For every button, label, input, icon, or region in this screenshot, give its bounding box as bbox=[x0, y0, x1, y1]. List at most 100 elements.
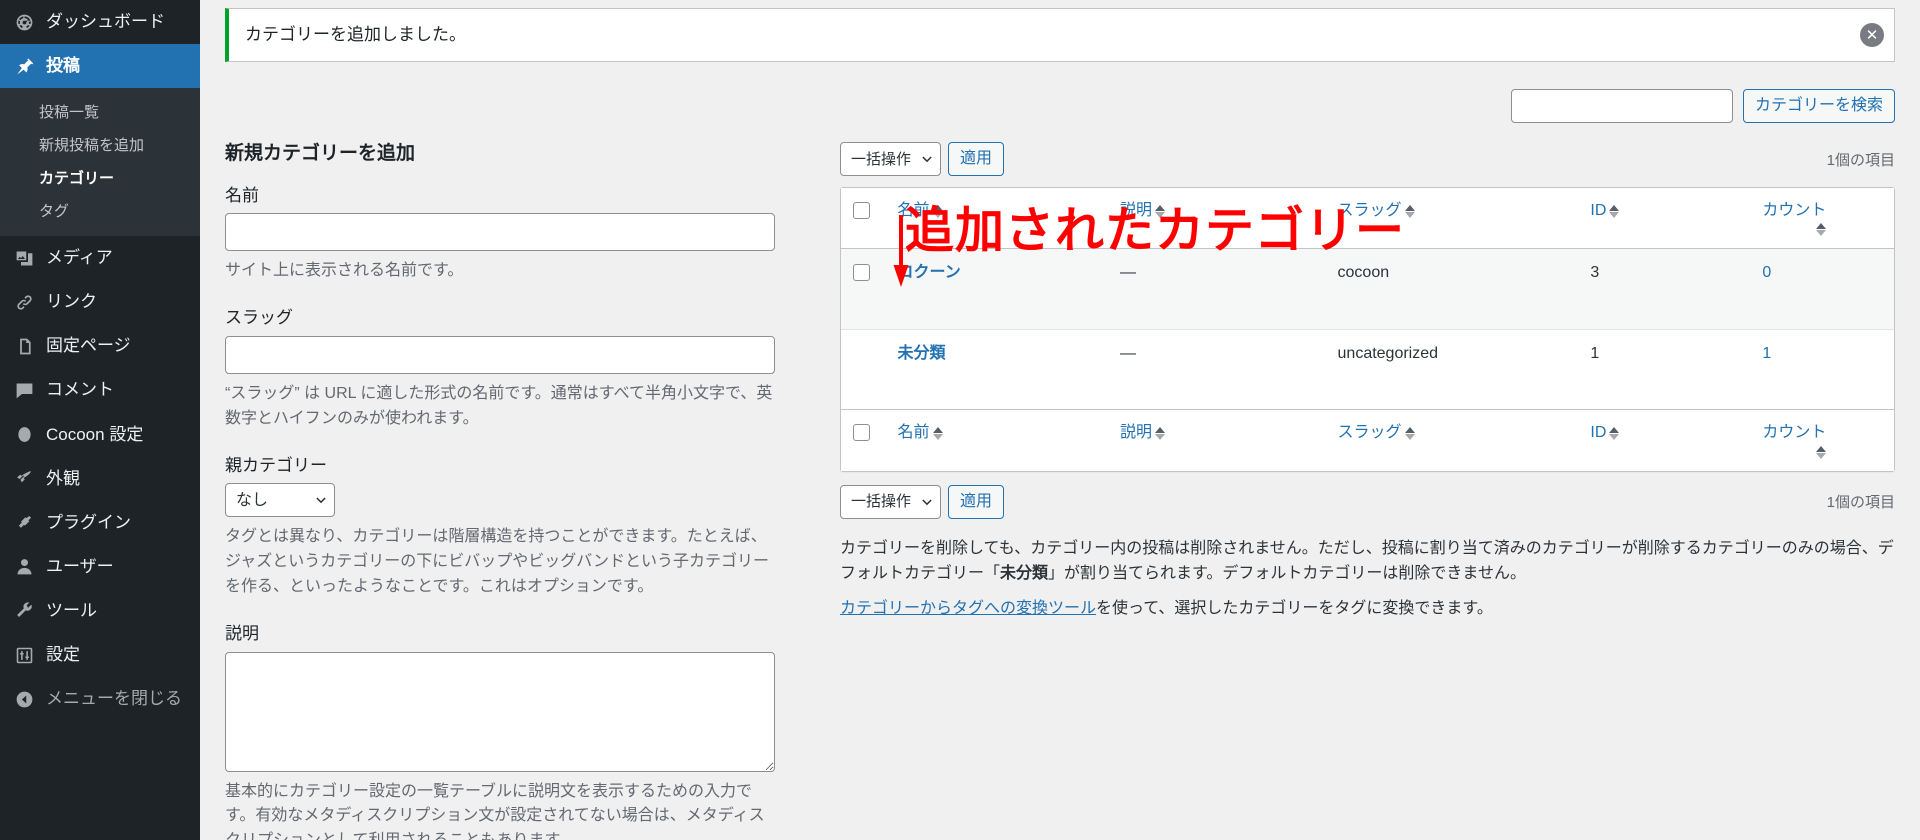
slug-input[interactable] bbox=[225, 335, 775, 374]
sort-count-link-bottom[interactable]: カウント bbox=[1762, 422, 1827, 459]
sidebar-item-settings[interactable]: 設定 bbox=[0, 633, 200, 677]
sidebar-item-posts[interactable]: 投稿 bbox=[0, 44, 208, 89]
sort-name-link-bottom[interactable]: 名前 bbox=[898, 422, 943, 444]
sidebar-item-dashboard[interactable]: ダッシュボード bbox=[0, 0, 200, 45]
sidebar-item-plugins[interactable]: プラグイン bbox=[0, 501, 200, 545]
row-description-cell: — bbox=[1110, 249, 1328, 330]
name-input[interactable] bbox=[225, 213, 775, 252]
category-count-link[interactable]: 1 bbox=[1762, 345, 1771, 362]
category-count-link[interactable]: 0 bbox=[1762, 264, 1771, 281]
category-name-link[interactable]: コクーン bbox=[898, 264, 961, 281]
tablenav-bottom: 一括操作 削除 適用 1個の項目 bbox=[840, 484, 1895, 520]
row-name-cell: コクーン bbox=[887, 249, 1111, 330]
sidebar-item-tools[interactable]: ツール bbox=[0, 589, 200, 633]
description-label: 説明 bbox=[225, 623, 259, 643]
sidebar-item-cocoon-settings[interactable]: Cocoon 設定 bbox=[0, 413, 200, 457]
category-name-link[interactable]: 未分類 bbox=[898, 345, 946, 362]
add-category-form: 新規カテゴリーを追加 名前 サイト上に表示される名前です。 スラッグ “スラッグ… bbox=[225, 141, 820, 840]
header-label: ID bbox=[1590, 202, 1607, 219]
select-all-checkbox-bottom[interactable] bbox=[853, 424, 870, 442]
settings-icon bbox=[13, 644, 35, 666]
footer-label: 名前 bbox=[897, 424, 930, 442]
comment-icon bbox=[13, 380, 35, 402]
category-to-tag-converter-link[interactable]: カテゴリーからタグへの変換ツール bbox=[840, 600, 1096, 617]
search-input[interactable] bbox=[1510, 89, 1733, 123]
columns-container: 新規カテゴリーを追加 名前 サイト上に表示される名前です。 スラッグ “スラッグ… bbox=[225, 141, 1895, 840]
sidebar-item-label: 固定ページ bbox=[46, 336, 131, 356]
sort-id-link-bottom[interactable]: ID bbox=[1590, 422, 1620, 444]
select-all-footer bbox=[841, 409, 888, 471]
sort-slug-link[interactable]: スラッグ bbox=[1338, 200, 1415, 222]
sidebar-item-links[interactable]: リンク bbox=[0, 280, 200, 324]
admin-content: カテゴリーを追加しました。 ✕ カテゴリーを検索 新規カテゴリーを追加 名前 サ… bbox=[200, 0, 1920, 840]
sidebar-item-users[interactable]: ユーザー bbox=[0, 545, 200, 589]
row-count-cell: 0 bbox=[1752, 249, 1894, 330]
header-label: 説明 bbox=[1120, 202, 1153, 219]
collapse-icon bbox=[13, 688, 35, 710]
header-count: カウント bbox=[1752, 188, 1894, 250]
sort-id-link[interactable]: ID bbox=[1590, 200, 1620, 222]
table-row: 未分類 — uncategorized 1 1 bbox=[841, 329, 1894, 409]
apply-button-bottom[interactable]: 適用 bbox=[948, 484, 1005, 519]
submenu-item-categories[interactable]: カテゴリー bbox=[0, 161, 200, 194]
delete-help-paragraph: カテゴリーを削除しても、カテゴリー内の投稿は削除されません。ただし、投稿に割り当… bbox=[840, 536, 1895, 587]
sidebar-item-label: メニューを閉じる bbox=[46, 689, 182, 709]
row-checkbox-cell bbox=[841, 329, 888, 409]
sidebar-item-appearance[interactable]: 外観 bbox=[0, 457, 200, 501]
header-slug: スラッグ bbox=[1327, 188, 1581, 250]
bulk-action-select-top[interactable]: 一括操作 削除 bbox=[840, 142, 941, 176]
row-count-cell: 1 bbox=[1752, 329, 1894, 409]
row-checkbox[interactable] bbox=[853, 264, 870, 282]
description-textarea[interactable] bbox=[225, 651, 775, 772]
sidebar-item-media[interactable]: メディア bbox=[0, 236, 200, 280]
sort-indicator-icon bbox=[1404, 204, 1415, 218]
sort-indicator-icon bbox=[1609, 204, 1620, 218]
row-description-cell: — bbox=[1110, 329, 1328, 409]
bulk-action-select-bottom[interactable]: 一括操作 削除 bbox=[840, 484, 941, 519]
select-all-checkbox-top[interactable] bbox=[853, 202, 870, 219]
plugin-icon bbox=[13, 512, 35, 534]
sidebar-item-label: 外観 bbox=[46, 468, 80, 488]
header-name: 名前 bbox=[887, 188, 1111, 250]
sidebar-item-label: リンク bbox=[46, 292, 97, 312]
sort-indicator-icon bbox=[1816, 223, 1827, 237]
search-categories-button[interactable]: カテゴリーを検索 bbox=[1742, 89, 1895, 123]
sidebar-item-pages[interactable]: 固定ページ bbox=[0, 324, 200, 368]
sidebar-item-comments[interactable]: コメント bbox=[0, 368, 200, 412]
parent-category-label: 親カテゴリー bbox=[225, 455, 327, 475]
slug-help: “スラッグ” は URL に適した形式の名前です。通常はすべて半角小文字で、英数… bbox=[225, 384, 773, 427]
admin-sidebar: ダッシュボード 投稿 投稿一覧 新規投稿を追加 カテゴリー タグ メディア リン… bbox=[0, 0, 208, 840]
table-help-text: カテゴリーを削除しても、カテゴリー内の投稿は削除されません。ただし、投稿に割り当… bbox=[840, 536, 1895, 622]
header-label: カウント bbox=[1762, 202, 1827, 219]
pages-icon bbox=[13, 335, 35, 357]
sort-name-link[interactable]: 名前 bbox=[898, 200, 943, 222]
header-id: ID bbox=[1580, 188, 1753, 250]
sidebar-item-label: コメント bbox=[46, 380, 114, 400]
sidebar-item-label: ユーザー bbox=[46, 556, 114, 576]
submenu-item-all-posts[interactable]: 投稿一覧 bbox=[0, 95, 200, 128]
search-box: カテゴリーを検索 bbox=[225, 89, 1895, 123]
sidebar-item-collapse-menu[interactable]: メニューを閉じる bbox=[0, 677, 200, 721]
sort-indicator-icon bbox=[1816, 445, 1827, 459]
sort-slug-link-bottom[interactable]: スラッグ bbox=[1338, 422, 1415, 444]
sort-count-link[interactable]: カウント bbox=[1762, 200, 1827, 237]
sort-indicator-icon bbox=[1155, 204, 1166, 218]
footer-slug: スラッグ bbox=[1327, 409, 1581, 471]
submenu-item-add-post[interactable]: 新規投稿を追加 bbox=[0, 128, 200, 161]
dashboard-icon bbox=[13, 11, 35, 33]
close-icon[interactable]: ✕ bbox=[1860, 23, 1884, 47]
sort-description-link[interactable]: 説明 bbox=[1120, 200, 1166, 222]
displaying-num-bottom: 1個の項目 bbox=[1826, 494, 1895, 512]
footer-id: ID bbox=[1580, 409, 1753, 471]
converter-paragraph: カテゴリーからタグへの変換ツールを使って、選択したカテゴリーをタグに変換できます… bbox=[840, 596, 1895, 621]
link-icon bbox=[13, 291, 35, 313]
row-slug-cell: uncategorized bbox=[1327, 329, 1581, 409]
parent-category-select[interactable]: なし コクーン 未分類 bbox=[225, 483, 335, 518]
sort-indicator-icon bbox=[932, 204, 943, 218]
sort-description-link-bottom[interactable]: 説明 bbox=[1120, 422, 1166, 444]
table-head: 名前 説明 スラッグ ID カウント bbox=[841, 188, 1894, 250]
footer-label: スラッグ bbox=[1337, 424, 1402, 442]
row-name-cell: 未分類 bbox=[887, 329, 1111, 409]
apply-button-top[interactable]: 適用 bbox=[948, 142, 1005, 176]
submenu-item-tags[interactable]: タグ bbox=[0, 194, 200, 227]
